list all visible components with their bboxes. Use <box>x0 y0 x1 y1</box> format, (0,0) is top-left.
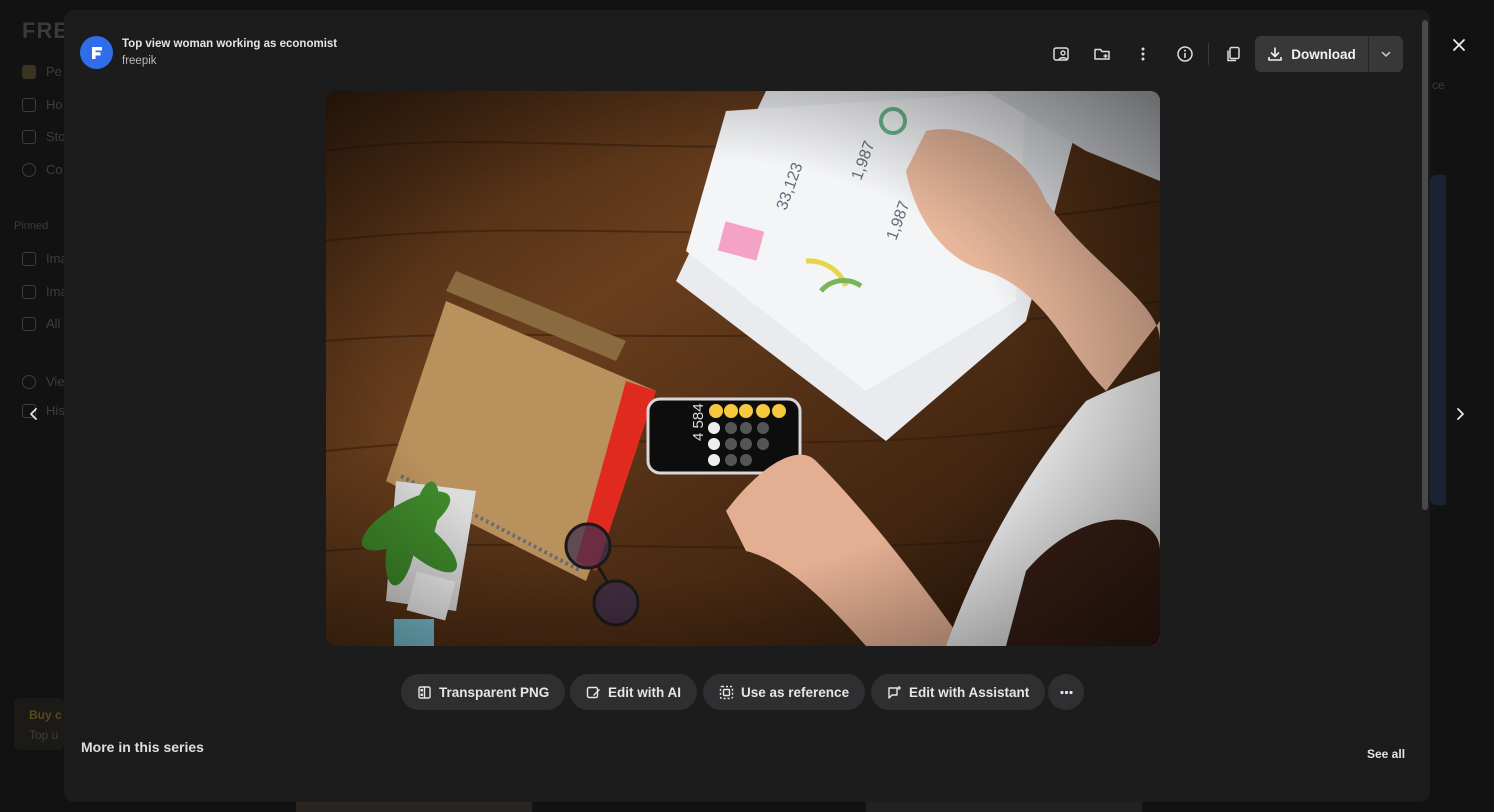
sidebar-item-label: Co <box>46 162 63 177</box>
download-button[interactable]: Download <box>1255 36 1368 72</box>
sidebar-item-collections[interactable]: Co <box>22 162 63 177</box>
previous-image-button[interactable] <box>22 402 46 426</box>
more-actions-button[interactable] <box>1048 674 1084 710</box>
sidebar-item-image-edit[interactable]: Ima <box>22 284 68 299</box>
copy-icon <box>1227 46 1240 62</box>
chevron-left-icon <box>30 408 37 420</box>
stock-icon <box>22 129 36 144</box>
image-edit-icon <box>22 284 36 299</box>
bg-right-text: ce <box>1432 78 1445 92</box>
close-icon <box>1453 39 1465 51</box>
more-horizontal-icon <box>1059 690 1073 694</box>
reference-icon <box>719 685 734 699</box>
download-label: Download <box>1291 46 1356 62</box>
download-icon <box>1268 47 1283 61</box>
home-icon <box>22 97 36 112</box>
bg-thumbnail <box>866 802 1142 812</box>
pinned-label: Pinned <box>14 220 49 232</box>
series-heading: More in this series <box>81 739 204 755</box>
image-detail-modal: Top view woman working as economist free… <box>64 10 1430 802</box>
promo-line-2: Top u <box>29 728 59 742</box>
toolbar-divider <box>1208 43 1209 65</box>
edit-with-assistant-button[interactable]: Edit with Assistant <box>871 674 1046 710</box>
copy-button[interactable] <box>1215 36 1251 72</box>
chevron-right-icon <box>1457 408 1464 420</box>
assistant-icon <box>888 685 901 699</box>
sidebar-item-image[interactable]: Ima <box>22 251 68 266</box>
sidebar-item-stock[interactable]: Sto <box>22 129 66 144</box>
use-as-reference-label: Use as reference <box>741 684 850 700</box>
sidebar-item-all[interactable]: All <box>22 316 60 331</box>
transparent-png-button[interactable]: Transparent PNG <box>401 674 566 710</box>
more-options-button[interactable] <box>1125 36 1161 72</box>
see-all-link[interactable]: See all <box>1367 747 1405 761</box>
toolbar: Download <box>64 36 1430 72</box>
use-as-reference-button[interactable]: Use as reference <box>703 674 866 710</box>
bg-thumbnail <box>296 802 532 812</box>
sidebar-item-label: His <box>46 403 65 418</box>
transparent-png-label: Transparent PNG <box>439 684 550 700</box>
next-image-button[interactable] <box>1448 402 1472 426</box>
edit-with-assistant-label: Edit with Assistant <box>909 684 1030 700</box>
bg-right-image <box>1430 175 1446 505</box>
image-person-icon <box>1053 47 1069 61</box>
scrollbar[interactable] <box>1422 20 1428 510</box>
logo: FRE <box>22 18 69 43</box>
pikaso-icon <box>22 64 36 79</box>
image-icon <box>22 251 36 266</box>
edit-with-ai-button[interactable]: Edit with AI <box>570 674 697 710</box>
sidebar-item-label: Ho <box>46 97 63 112</box>
sidebar-item-pikaso[interactable]: Pe <box>22 64 62 79</box>
save-to-collection-button[interactable] <box>1084 36 1120 72</box>
video-icon <box>22 374 36 389</box>
sidebar-item-label: Vie <box>46 374 65 389</box>
download-split-button: Download <box>1255 36 1403 72</box>
download-options-button[interactable] <box>1369 36 1403 72</box>
sidebar-item-label: All <box>46 316 61 331</box>
sidebar-item-home[interactable]: Ho <box>22 97 63 112</box>
edit-ai-icon <box>586 686 600 698</box>
main-image[interactable]: 33,123 1,987 1,987 4 584 <box>326 91 1160 646</box>
info-button[interactable] <box>1167 36 1203 72</box>
sidebar-item-label: Sto <box>46 129 66 144</box>
collections-icon <box>22 162 36 177</box>
sidebar-item-video[interactable]: Vie <box>22 374 65 389</box>
transparent-png-icon <box>418 685 431 699</box>
promo-line-1: Buy c <box>29 708 62 722</box>
sidebar-item-label: Pe <box>46 64 62 79</box>
edit-with-ai-label: Edit with AI <box>608 684 681 700</box>
kebab-menu-icon <box>1141 47 1145 61</box>
photo-illustration: 33,123 1,987 1,987 4 584 <box>326 91 1160 646</box>
grid-icon <box>22 316 36 331</box>
chevron-down-icon <box>1381 51 1391 58</box>
promo-card[interactable]: Buy c Top u <box>14 698 64 750</box>
image-to-video-button[interactable] <box>1043 36 1079 72</box>
info-icon <box>1177 46 1193 62</box>
folder-add-icon <box>1094 48 1110 60</box>
close-button[interactable] <box>1447 33 1471 57</box>
